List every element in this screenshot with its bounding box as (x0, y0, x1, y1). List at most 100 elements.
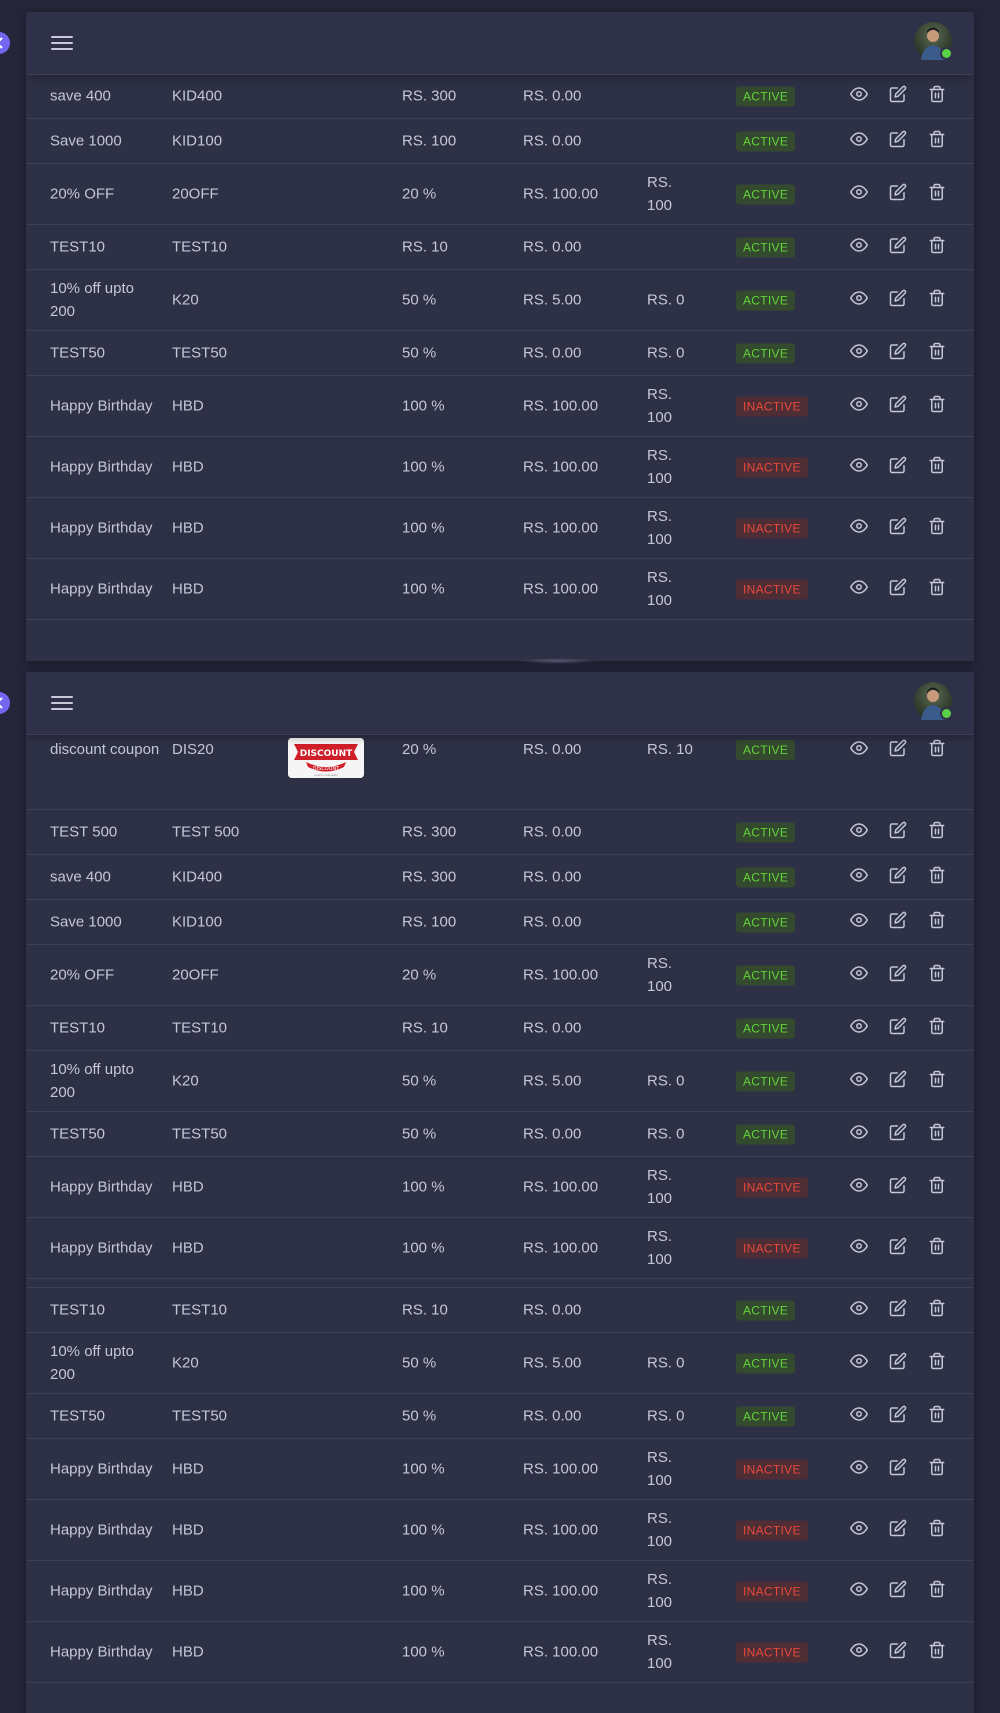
trash-icon[interactable] (928, 1176, 950, 1198)
eye-icon[interactable] (850, 578, 872, 600)
trash-icon[interactable] (928, 85, 950, 107)
edit-icon[interactable] (889, 1176, 911, 1198)
edit-icon[interactable] (889, 85, 911, 107)
eye-icon[interactable] (850, 342, 872, 364)
eye-icon[interactable] (850, 130, 872, 152)
trash-icon[interactable] (928, 964, 950, 986)
trash-icon[interactable] (928, 1070, 950, 1092)
eye-icon[interactable] (850, 739, 872, 761)
edit-icon[interactable] (889, 456, 911, 478)
edit-icon[interactable] (889, 1017, 911, 1039)
trash-icon[interactable] (928, 1519, 950, 1541)
edit-icon[interactable] (889, 1123, 911, 1145)
edit-icon[interactable] (889, 342, 911, 364)
trash-icon[interactable] (928, 866, 950, 888)
edit-icon[interactable] (889, 1458, 911, 1480)
eye-icon[interactable] (850, 1299, 872, 1321)
eye-icon[interactable] (850, 911, 872, 933)
trash-icon[interactable] (928, 911, 950, 933)
eye-icon[interactable] (850, 517, 872, 539)
trash-icon[interactable] (928, 236, 950, 258)
coupon-code: TEST10 (172, 238, 228, 256)
edit-icon[interactable] (889, 1299, 911, 1321)
eye-icon[interactable] (850, 236, 872, 258)
trash-icon[interactable] (928, 1123, 950, 1145)
eye-icon[interactable] (850, 456, 872, 478)
edit-icon[interactable] (889, 821, 911, 843)
trash-icon[interactable] (928, 289, 950, 311)
eye-icon[interactable] (850, 1070, 872, 1092)
eye-icon[interactable] (850, 1123, 872, 1145)
max-discount-value: RS. 10 (647, 741, 693, 758)
coupon-name: TEST50 (50, 344, 106, 362)
trash-icon[interactable] (928, 1299, 950, 1321)
trash-icon[interactable] (928, 578, 950, 600)
trash-icon[interactable] (928, 456, 950, 478)
hamburger-menu-icon[interactable] (51, 33, 73, 53)
eye-icon[interactable] (850, 1237, 872, 1259)
trash-icon[interactable] (928, 1580, 950, 1602)
row-actions (850, 1405, 960, 1427)
table-row: save 400 KID400 RS. 300 RS. 0.00 ACTIVE (26, 855, 974, 900)
edit-icon[interactable] (889, 1070, 911, 1092)
eye-icon[interactable] (850, 85, 872, 107)
user-avatar[interactable] (914, 682, 953, 720)
coupon-name: Happy Birthday (50, 458, 153, 476)
eye-icon[interactable] (850, 1580, 872, 1602)
edit-icon[interactable] (889, 1237, 911, 1259)
trash-icon[interactable] (928, 1352, 950, 1374)
eye-icon[interactable] (850, 289, 872, 311)
eye-icon[interactable] (850, 395, 872, 417)
trash-icon[interactable] (928, 739, 950, 761)
status-cell: ACTIVE (736, 911, 796, 934)
edit-icon[interactable] (889, 739, 911, 761)
discount-value: 100 % (402, 458, 445, 476)
eye-icon[interactable] (850, 1641, 872, 1663)
min-order-value: RS. 100.00 (523, 185, 599, 203)
eye-icon[interactable] (850, 821, 872, 843)
trash-icon[interactable] (928, 1017, 950, 1039)
edit-icon[interactable] (889, 1580, 911, 1602)
eye-icon[interactable] (850, 1352, 872, 1374)
trash-icon[interactable] (928, 517, 950, 539)
edit-icon[interactable] (889, 1641, 911, 1663)
trash-icon[interactable] (928, 342, 950, 364)
trash-icon[interactable] (928, 1641, 950, 1663)
hamburger-menu-icon[interactable] (51, 693, 73, 713)
eye-icon[interactable] (850, 1017, 872, 1039)
max-discount-value: RS. 0 (647, 344, 685, 362)
trash-icon[interactable] (928, 1458, 950, 1480)
eye-icon[interactable] (850, 1176, 872, 1198)
edit-icon[interactable] (889, 395, 911, 417)
edit-icon[interactable] (889, 1405, 911, 1427)
trash-icon[interactable] (928, 1237, 950, 1259)
sidebar-toggle-button[interactable] (0, 692, 10, 714)
trash-icon[interactable] (928, 395, 950, 417)
edit-icon[interactable] (889, 578, 911, 600)
coupon-code: HBD (172, 1521, 204, 1539)
eye-icon[interactable] (850, 1458, 872, 1480)
edit-icon[interactable] (889, 866, 911, 888)
edit-icon[interactable] (889, 289, 911, 311)
eye-icon[interactable] (850, 866, 872, 888)
edit-icon[interactable] (889, 130, 911, 152)
edit-icon[interactable] (889, 964, 911, 986)
trash-icon[interactable] (928, 1405, 950, 1427)
eye-icon[interactable] (850, 1519, 872, 1541)
discount-value: 100 % (402, 1582, 445, 1600)
sidebar-toggle-button[interactable] (0, 32, 10, 54)
eye-icon[interactable] (850, 964, 872, 986)
edit-icon[interactable] (889, 911, 911, 933)
trash-icon[interactable] (928, 183, 950, 205)
edit-icon[interactable] (889, 1352, 911, 1374)
user-avatar[interactable] (914, 22, 953, 60)
eye-icon[interactable] (850, 183, 872, 205)
trash-icon[interactable] (928, 821, 950, 843)
edit-icon[interactable] (889, 517, 911, 539)
edit-icon[interactable] (889, 236, 911, 258)
eye-icon[interactable] (850, 1405, 872, 1427)
min-order-value: RS. 100.00 (523, 458, 599, 476)
edit-icon[interactable] (889, 183, 911, 205)
edit-icon[interactable] (889, 1519, 911, 1541)
trash-icon[interactable] (928, 130, 950, 152)
